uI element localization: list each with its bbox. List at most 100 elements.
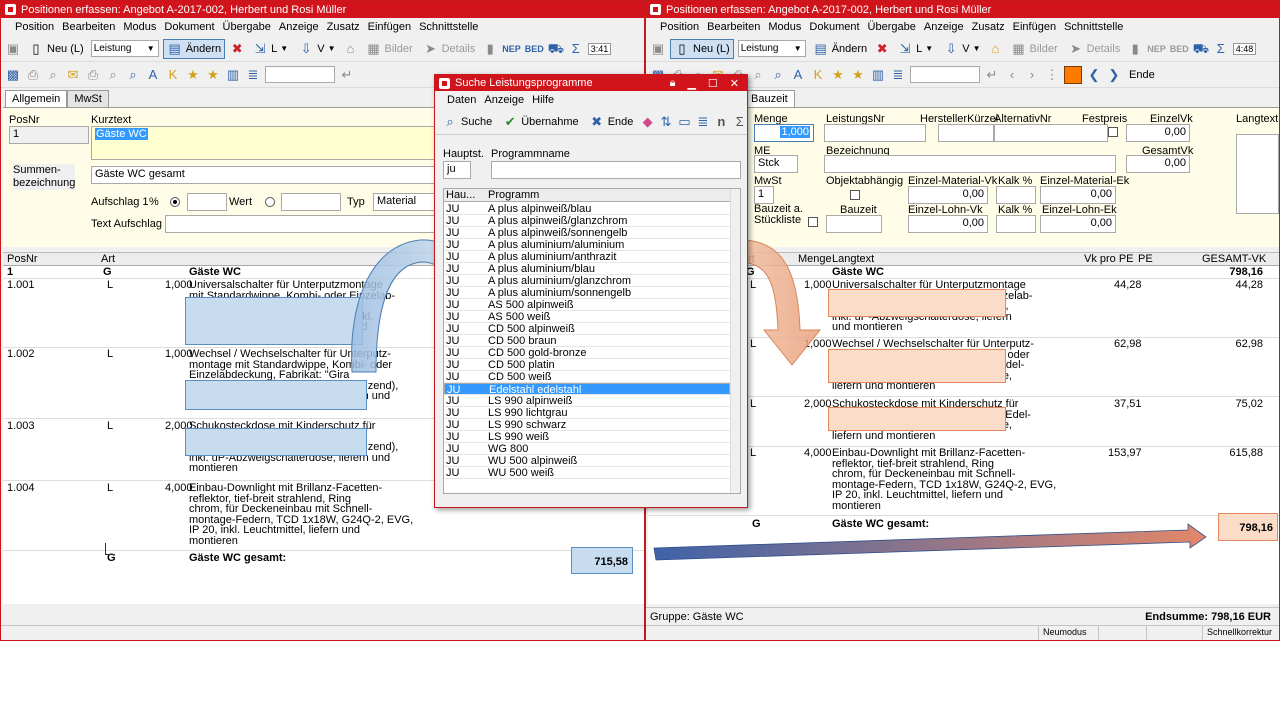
col-pe[interactable]: PE	[1138, 253, 1153, 265]
sort-icon[interactable]: ⇅	[659, 114, 673, 130]
festpreis-checkbox[interactable]	[1108, 127, 1118, 137]
n-icon[interactable]: n	[714, 114, 728, 130]
typ-select[interactable]: Material	[373, 193, 441, 211]
bauzeit-field[interactable]	[826, 215, 882, 233]
hersteller-field[interactable]	[938, 124, 994, 142]
star-icon[interactable]: ★	[185, 67, 201, 83]
einzelvk-field[interactable]: 0,00	[1126, 124, 1190, 142]
aufschlag-input[interactable]	[187, 193, 227, 211]
phone-icon[interactable]: ▮	[1127, 41, 1143, 57]
dialog-titlebar[interactable]: Suche Leistungsprogramme 🔒︎ ▁ ☐ ✕	[435, 75, 747, 91]
ezmat-vk-field[interactable]: 0,00	[908, 186, 988, 204]
menu-dokument[interactable]: Dokument	[809, 21, 859, 33]
zoom-icon[interactable]: ⌕	[750, 67, 766, 83]
calculator-icon[interactable]: Σ	[568, 41, 584, 57]
me-field[interactable]: Stck	[754, 155, 798, 173]
menu-anzeige[interactable]: Anzeige	[484, 94, 524, 106]
toolbar-search-input[interactable]	[265, 66, 335, 83]
list-scrollbar[interactable]	[730, 189, 740, 493]
menu-uebergabe[interactable]: Übergabe	[868, 21, 916, 33]
bauzeit-stueck-checkbox[interactable]	[808, 217, 818, 227]
programm-field[interactable]	[491, 161, 741, 179]
search-button[interactable]: ⌕ Suche	[439, 112, 495, 132]
search-doc-icon[interactable]: ⌕	[770, 67, 786, 83]
menu-zusatz[interactable]: Zusatz	[327, 21, 360, 33]
wert-input[interactable]	[281, 193, 341, 211]
details-button[interactable]: ➤ Details	[1065, 39, 1124, 59]
lock-icon[interactable]: 🔒︎	[670, 77, 676, 90]
list-item[interactable]: JU A plus alpinweiß/glanzchrom	[444, 215, 730, 227]
list-item[interactable]: JU A plus aluminium/glanzchrom	[444, 275, 730, 287]
type-select[interactable]: Leistung ▼	[737, 40, 806, 57]
back-icon[interactable]: ❮	[1086, 67, 1102, 83]
toolbar-search-input[interactable]	[910, 66, 980, 83]
star-icon[interactable]: ★	[830, 67, 846, 83]
delete-icon[interactable]: ✖	[229, 41, 245, 57]
save-icon[interactable]: ▣	[5, 41, 21, 57]
bezeichnung-field[interactable]	[824, 155, 1116, 173]
list-item[interactable]: JU Edelstahl edelstahl	[444, 383, 730, 396]
table-row[interactable]: G Gäste WC gesamt:	[3, 553, 644, 565]
save-icon[interactable]: ▣	[650, 41, 666, 57]
cart-icon[interactable]: ⛟	[548, 41, 564, 57]
end-button[interactable]: ✖ Ende	[586, 112, 637, 132]
list-item[interactable]: JU A plus aluminium/aluminium	[444, 239, 730, 251]
tab-bauzeit[interactable]: Bauzeit	[744, 90, 795, 107]
list-item[interactable]: JU LS 990 alpinweiß	[444, 395, 730, 407]
menu-hilfe[interactable]: Hilfe	[532, 94, 554, 106]
table-row[interactable]: G Gäste WC gesamt:	[648, 519, 1279, 531]
details-button[interactable]: ➤ Details	[420, 39, 479, 59]
col-art[interactable]: Art	[101, 253, 115, 265]
menu-anzeige[interactable]: Anzeige	[279, 21, 319, 33]
list-item[interactable]: JU A plus aluminium/blau	[444, 263, 730, 275]
list-item[interactable]: JU A plus alpinweiß/sonnengelb	[444, 227, 730, 239]
col-langtext[interactable]: Langtext	[832, 253, 874, 265]
menu-daten[interactable]: Daten	[447, 94, 476, 106]
list-item[interactable]: JU AS 500 weiß	[444, 311, 730, 323]
list-icon[interactable]: ≣	[890, 67, 906, 83]
calculator-icon[interactable]: Σ	[1213, 41, 1229, 57]
kalk-field[interactable]	[996, 186, 1036, 204]
col-posnr[interactable]: PosNr	[7, 253, 38, 265]
col-gesamt[interactable]: GESAMT-VK	[1202, 253, 1266, 265]
images-button[interactable]: ▦ Bilder	[1007, 39, 1060, 59]
menu-dokument[interactable]: Dokument	[164, 21, 214, 33]
leistungsnr-field[interactable]	[824, 124, 926, 142]
align-icon[interactable]: ≣	[696, 114, 710, 130]
list-icon[interactable]: ≣	[245, 67, 261, 83]
enter-icon[interactable]: ↵	[339, 67, 355, 83]
nep-button[interactable]: NEP	[502, 44, 521, 54]
col-programm[interactable]: Programm	[488, 189, 539, 201]
col-menge[interactable]: Menge	[798, 253, 832, 265]
minimize-icon[interactable]: ▁	[687, 77, 695, 90]
col-vkpro[interactable]: Vk pro PE	[1084, 253, 1134, 265]
menge-field[interactable]: 1,000	[754, 124, 814, 142]
summen-field[interactable]: Gäste WC gesamt	[91, 166, 441, 184]
exit-button[interactable]: Ende	[1126, 65, 1158, 85]
export-icon[interactable]: ▩	[5, 67, 21, 83]
color-picker[interactable]	[1064, 65, 1082, 84]
list-item[interactable]: JU WU 500 alpinweiß	[444, 455, 730, 467]
kalk2-field[interactable]	[996, 215, 1036, 233]
alternativ-field[interactable]	[994, 124, 1108, 142]
menu-schnittstelle[interactable]: Schnittstelle	[419, 21, 478, 33]
list-item[interactable]: JU CD 500 alpinweiß	[444, 323, 730, 335]
menu-bearbeiten[interactable]: Bearbeiten	[707, 21, 760, 33]
ezlohn-vk-field[interactable]: 0,00	[908, 215, 988, 233]
menu-schnittstelle[interactable]: Schnittstelle	[1064, 21, 1123, 33]
list-item[interactable]: JU LS 990 schwarz	[444, 419, 730, 431]
bed-button[interactable]: BED	[525, 44, 544, 54]
menu-position[interactable]: Position	[15, 21, 54, 33]
font-icon[interactable]: A	[790, 67, 806, 83]
menu-modus[interactable]: Modus	[768, 21, 801, 33]
list-item[interactable]: JU A plus alpinweiß/blau	[444, 203, 730, 215]
print2-icon[interactable]: ⎙	[85, 67, 101, 83]
tab-allgemein[interactable]: Allgemein	[5, 90, 68, 107]
left-titlebar[interactable]: Positionen erfassen: Angebot A-2017-002,…	[1, 1, 644, 18]
list-item[interactable]: JU CD 500 braun	[444, 335, 730, 347]
delete-icon[interactable]: ✖	[874, 41, 890, 57]
menu-anzeige[interactable]: Anzeige	[924, 21, 964, 33]
phone-icon[interactable]: ▮	[482, 41, 498, 57]
insert-v-button[interactable]: ⇩ V ▼	[940, 39, 983, 59]
edit-button[interactable]: ▤ Ändern	[162, 38, 226, 59]
